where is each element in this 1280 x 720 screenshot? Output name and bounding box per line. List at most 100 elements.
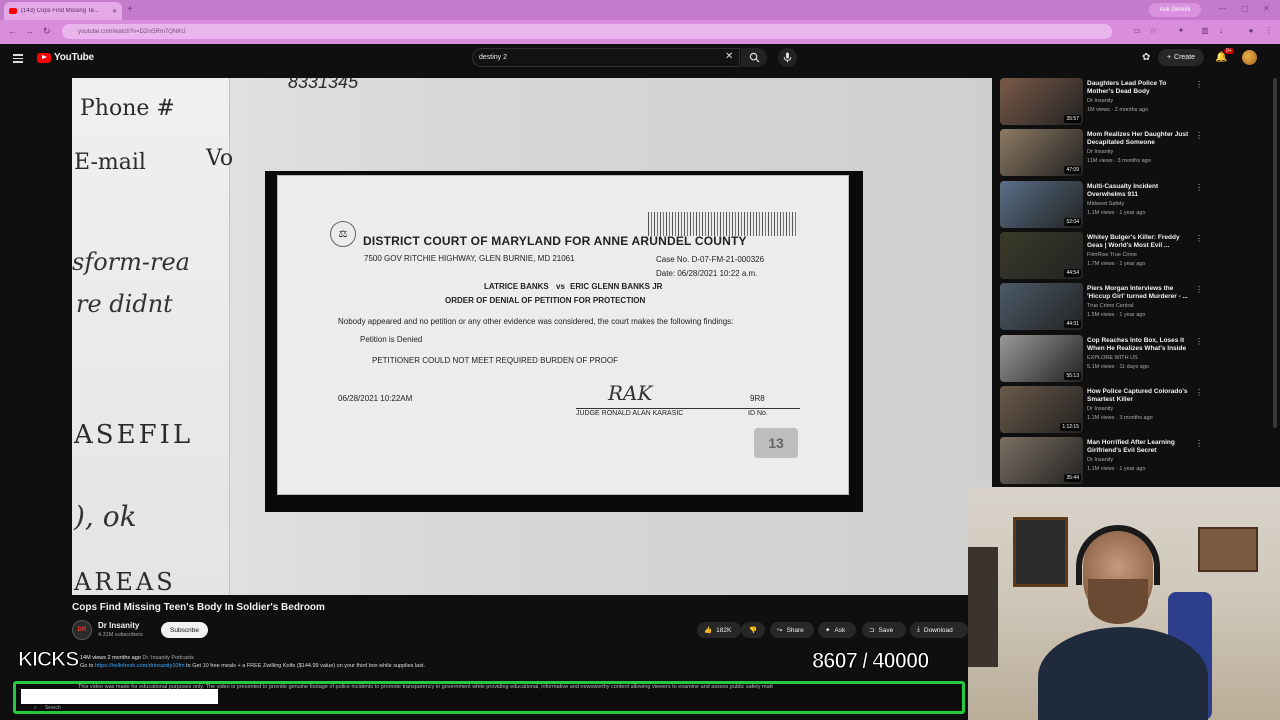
- recommendation-title[interactable]: Multi-Casualty Incident Overwhelms 911: [1087, 183, 1191, 199]
- recommendation-thumbnail[interactable]: 35:44: [1000, 437, 1083, 485]
- browser-tab[interactable]: (143) Cops Find Missing Te... ✕: [4, 2, 122, 20]
- recommendation-meta: 5.1M views · 11 days ago: [1087, 363, 1149, 370]
- video-duration: 1:12:15: [1060, 422, 1081, 431]
- more-actions-icon[interactable]: ⋮: [1195, 131, 1203, 140]
- recommendation-thumbnail[interactable]: 35:57: [1000, 78, 1083, 125]
- search-button[interactable]: [741, 48, 767, 67]
- more-actions-icon[interactable]: ⋮: [1195, 285, 1203, 294]
- maximize-icon[interactable]: ▢: [1241, 4, 1249, 13]
- recommendation-card[interactable]: 35:44 Man Horrified After Learning Girlfr…: [1000, 437, 1203, 485]
- recommendation-title[interactable]: Cop Reaches Into Box, Loses It When He R…: [1087, 337, 1191, 353]
- taskbar-search[interactable]: Search: [45, 705, 61, 711]
- recommendation-card[interactable]: 44:31 Piers Morgan Interviews the 'Hiccup…: [1000, 283, 1203, 331]
- judge-name: JUDGE RONALD ALAN KARASIC: [576, 410, 684, 417]
- more-actions-icon[interactable]: ⋮: [1195, 388, 1203, 397]
- recommendation-card[interactable]: 1:12:15 How Police Captured Colorado's Sm…: [1000, 385, 1203, 434]
- video-player[interactable]: Phone # E-mail Vo sform-rea re didnt ASE…: [72, 78, 992, 595]
- close-tab-icon[interactable]: ✕: [112, 8, 117, 15]
- create-button[interactable]: + Create: [1158, 49, 1204, 66]
- recommendation-thumbnail[interactable]: 44:31: [1000, 283, 1083, 331]
- recommendation-meta: 1.5M views · 1 year ago: [1087, 312, 1146, 319]
- maryland-seal-icon: ⚖: [330, 221, 356, 247]
- recommendation-card[interactable]: 52:04 Multi-Casualty Incident Overwhelms …: [1000, 180, 1203, 229]
- barcode: [648, 212, 798, 236]
- recommendation-thumbnail[interactable]: 44:54: [1000, 231, 1083, 279]
- channel-avatar[interactable]: DR: [72, 620, 92, 640]
- gear-icon[interactable]: ✿: [1142, 52, 1150, 63]
- clear-search-icon[interactable]: ✕: [725, 51, 733, 62]
- recommendation-channel[interactable]: Dr Insanity: [1087, 98, 1113, 104]
- more-actions-icon[interactable]: ⋮: [1195, 183, 1203, 192]
- channel-name[interactable]: Dr Insanity: [98, 621, 139, 630]
- sponsor-link[interactable]: https://hellofresh.com/drinsanity10fm: [95, 663, 185, 669]
- reload-icon[interactable]: ↻: [43, 26, 51, 37]
- recommendation-thumbnail[interactable]: 1:12:15: [1000, 385, 1083, 433]
- account-avatar[interactable]: [1242, 50, 1257, 65]
- back-icon[interactable]: ←: [8, 26, 17, 36]
- recommendation-channel[interactable]: Dr Insanity: [1087, 149, 1113, 155]
- save-button[interactable]: ⊐ Save: [862, 622, 906, 638]
- youtube-logo[interactable]: YouTube: [37, 52, 94, 63]
- recommendation-thumbnail[interactable]: 47:09: [1000, 129, 1083, 177]
- taskbar-search-icon[interactable]: ⌕: [34, 705, 37, 711]
- profile-icon[interactable]: ●: [1246, 26, 1256, 36]
- recommendation-card[interactable]: 44:54 Whitey Bulger's Killer: Freddy Geas…: [1000, 231, 1203, 280]
- meta-tag[interactable]: Dr. Insanity Podcasts: [142, 655, 194, 661]
- more-actions-icon[interactable]: ⋮: [1195, 337, 1203, 346]
- minimize-icon[interactable]: —: [1218, 4, 1226, 13]
- cast-icon[interactable]: ▭: [1132, 26, 1142, 36]
- recommendation-channel[interactable]: EXPLORE WITH US: [1087, 355, 1138, 361]
- ask-label: Ask: [834, 626, 846, 634]
- close-window-icon[interactable]: ✕: [1263, 4, 1270, 13]
- voice-search-button[interactable]: [778, 48, 797, 67]
- bookmark-star-icon[interactable]: ☆: [1148, 26, 1158, 36]
- subscribe-button[interactable]: Subscribe: [161, 622, 208, 638]
- new-tab-icon[interactable]: +: [127, 4, 133, 15]
- recommendation-title[interactable]: Whitey Bulger's Killer: Freddy Geas | Wo…: [1087, 234, 1191, 250]
- recommendation-channel[interactable]: True Crime Central: [1087, 303, 1134, 309]
- more-actions-icon[interactable]: ⋮: [1195, 234, 1203, 243]
- document-number: 8331345: [288, 78, 359, 92]
- recommendation-card[interactable]: 55:13 Cop Reaches Into Box, Loses It When…: [1000, 334, 1203, 383]
- share-button[interactable]: ↪ Share: [770, 622, 814, 638]
- forward-icon[interactable]: →: [25, 26, 34, 36]
- recommendation-card[interactable]: 47:09 Mom Realizes Her Daughter Just Deca…: [1000, 129, 1203, 177]
- search-input[interactable]: destiny 2: [472, 48, 740, 67]
- kicks-label: KICKS: [17, 648, 79, 672]
- video-duration: 52:04: [1064, 217, 1081, 226]
- recommendation-channel[interactable]: FilmRise True Crime: [1087, 252, 1137, 258]
- thumbs-up-icon: 👍: [704, 627, 713, 634]
- recommendation-title[interactable]: Mom Realizes Her Daughter Just Decapitat…: [1087, 131, 1191, 147]
- recommendation-thumbnail[interactable]: 55:13: [1000, 334, 1083, 382]
- download-button[interactable]: ⤓ Download: [910, 622, 968, 638]
- tab-title: (143) Cops Find Missing Te...: [21, 8, 99, 14]
- address-bar[interactable]: youtube.com/watch?v=D2m5Rm7QNKU: [62, 24, 1112, 39]
- recommendation-title[interactable]: How Police Captured Colorado's Smartest …: [1087, 388, 1191, 404]
- burden-text: PETITIONER COULD NOT MEET REQUIRED BURDE…: [372, 356, 618, 365]
- browser-menu-icon[interactable]: ⋮: [1264, 26, 1274, 36]
- recommendation-channel[interactable]: Midwest Safety: [1087, 201, 1124, 207]
- hamburger-menu-icon[interactable]: [13, 52, 23, 63]
- dislike-button[interactable]: 👎: [741, 622, 765, 638]
- like-count: 182K: [716, 626, 732, 634]
- recommendation-thumbnail[interactable]: 52:04: [1000, 180, 1083, 228]
- recommendation-title[interactable]: Daughters Lead Police To Mother's Dead B…: [1087, 80, 1191, 96]
- sidepanel-icon[interactable]: ▥: [1200, 26, 1210, 36]
- recommendation-title[interactable]: Piers Morgan Interviews the 'Hiccup Girl…: [1087, 285, 1191, 301]
- plus-icon: +: [1166, 54, 1172, 61]
- microphone-icon: [783, 52, 792, 63]
- scrollbar[interactable]: [1273, 78, 1277, 428]
- recommendation-channel[interactable]: Dr Insanity: [1087, 406, 1113, 412]
- recommendation-meta: 1.1M views · 1 year ago: [1087, 209, 1146, 216]
- recommendation-title[interactable]: Man Horrified After Learning Girlfriend'…: [1087, 439, 1191, 455]
- more-actions-icon[interactable]: ⋮: [1195, 80, 1203, 89]
- like-button[interactable]: 👍 182K: [697, 622, 741, 638]
- signed-date: 06/28/2021 10:22AM: [338, 394, 413, 403]
- ask-gemini-button[interactable]: Ask Gemini: [1149, 3, 1201, 17]
- recommendation-channel[interactable]: Dr Insanity: [1087, 457, 1113, 463]
- ask-button[interactable]: ✦ Ask: [818, 622, 856, 638]
- more-actions-icon[interactable]: ⋮: [1195, 439, 1203, 448]
- extensions-icon[interactable]: ✦: [1176, 26, 1186, 36]
- download-icon[interactable]: ↓: [1216, 26, 1226, 36]
- recommendation-card[interactable]: 35:57 Daughters Lead Police To Mother's D…: [1000, 78, 1203, 126]
